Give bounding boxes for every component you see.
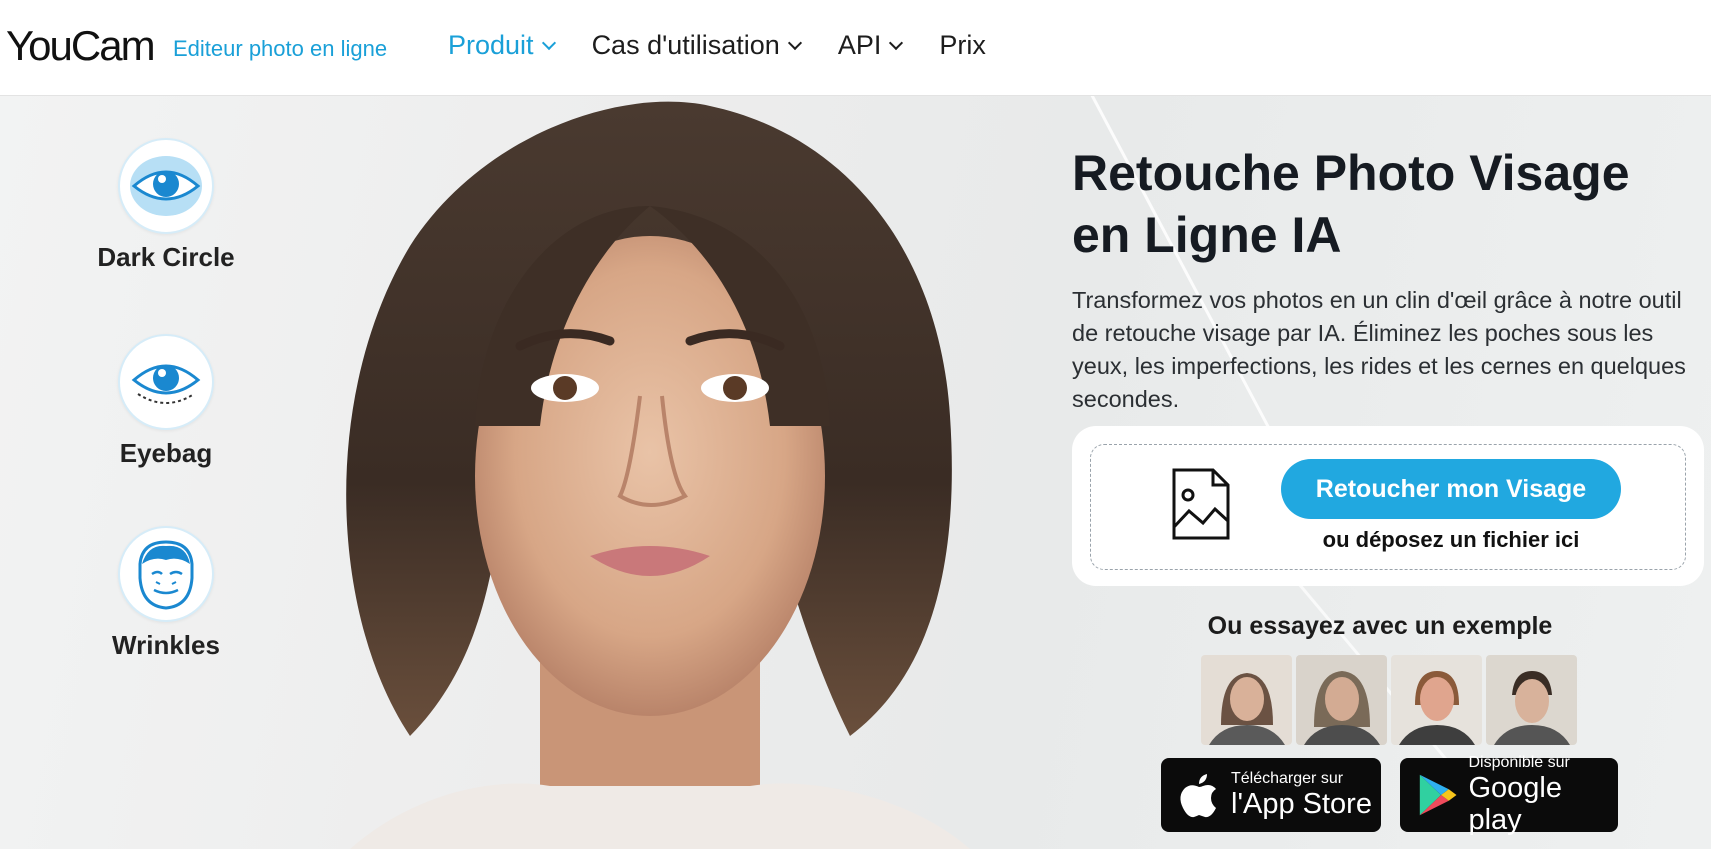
google-play-badge[interactable]: Disponible sur Google play	[1400, 754, 1618, 836]
nav-item-prix[interactable]: Prix	[939, 30, 986, 61]
drop-file-hint: ou déposez un fichier ici	[1322, 527, 1580, 552]
nav-item-label: API	[837, 30, 882, 60]
example-thumbnail[interactable]	[1201, 655, 1292, 745]
feature-dark-circle[interactable]: Dark Circle	[66, 138, 266, 273]
hero-portrait-image	[346, 101, 970, 849]
upload-card: Retoucher mon Visage ou déposez un fichi…	[1072, 426, 1704, 586]
hero-section: Dark Circle Eyebag Wrinkles Retouche Pho	[0, 96, 1711, 849]
nav-item-label: Cas d'utilisation	[591, 30, 780, 60]
app-store-small-text: Télécharger sur	[1231, 770, 1344, 787]
nav-item-label: Prix	[939, 30, 986, 60]
google-play-big-text: Google play	[1468, 772, 1562, 836]
nav-item-label: Produit	[448, 30, 534, 60]
google-play-small-text: Disponible sur	[1468, 754, 1570, 771]
chevron-down-icon	[787, 35, 802, 50]
example-thumbnails	[1201, 655, 1577, 745]
feature-label: Dark Circle	[97, 242, 235, 272]
nav-item-produit[interactable]: Produit	[448, 30, 556, 61]
retouch-face-button[interactable]: Retoucher mon Visage	[1281, 459, 1621, 519]
wrinkles-face-icon	[118, 526, 214, 622]
nav-item-api[interactable]: API	[837, 30, 904, 61]
feature-eyebag[interactable]: Eyebag	[66, 334, 266, 469]
top-navbar: YouCam Editeur photo en ligne Produit Ca…	[0, 0, 1711, 96]
youcam-logo[interactable]: YouCam	[6, 22, 156, 70]
nav-item-cas-utilisation[interactable]: Cas d'utilisation	[591, 30, 802, 61]
google-play-icon	[1419, 774, 1457, 816]
feature-label: Eyebag	[119, 438, 213, 468]
logo-tagline[interactable]: Editeur photo en ligne	[173, 36, 387, 62]
page-title: Retouche Photo Visage en Ligne IA	[1072, 145, 1630, 263]
dark-circle-eye-icon	[118, 138, 214, 234]
app-store-big-text: l'App Store	[1231, 788, 1372, 820]
example-thumbnail[interactable]	[1486, 655, 1577, 745]
file-dropzone[interactable]: Retoucher mon Visage ou déposez un fichi…	[1090, 444, 1686, 570]
apple-icon	[1180, 774, 1216, 818]
feature-label: Wrinkles	[112, 630, 220, 660]
example-thumbnail[interactable]	[1391, 655, 1482, 745]
feature-wrinkles[interactable]: Wrinkles	[66, 526, 266, 661]
page-description: Transformez vos photos en un clin d'œil …	[1072, 287, 1686, 412]
example-thumbnail[interactable]	[1296, 655, 1387, 745]
chevron-down-icon	[889, 35, 904, 50]
app-store-badge[interactable]: Télécharger sur l'App Store	[1161, 758, 1381, 832]
chevron-down-icon	[541, 35, 556, 50]
eyebag-eye-icon	[118, 334, 214, 430]
main-nav: Produit Cas d'utilisation API Prix	[448, 30, 1024, 61]
examples-title: Ou essayez avec un exemple	[1207, 612, 1553, 640]
image-file-icon	[1172, 468, 1230, 540]
